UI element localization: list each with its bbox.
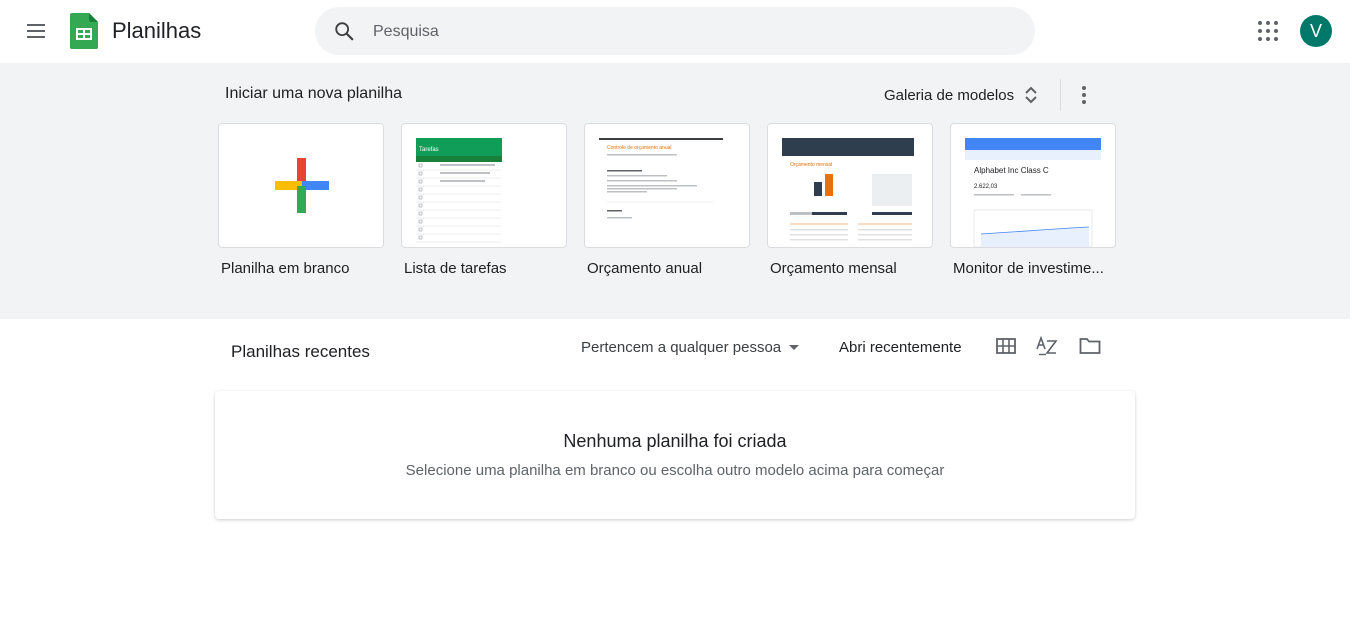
template-label: Orçamento anual	[587, 260, 703, 277]
template-annual-budget[interactable]: Controle de orçamento anual Orçamento an…	[584, 123, 750, 277]
apps-grid-icon[interactable]	[1257, 20, 1279, 42]
template-gallery-button[interactable]: Galeria de modelos	[884, 83, 1038, 107]
recent-toolbar: Planilhas recentes Pertencem a qualquer …	[0, 319, 1350, 379]
template-label: Lista de tarefas	[404, 260, 507, 277]
dropdown-arrow-icon	[789, 344, 800, 350]
svg-text:Alphabet Inc Class C: Alphabet Inc Class C	[974, 166, 1049, 175]
divider	[1060, 79, 1061, 111]
investment-thumbnail-image: Alphabet Inc Class C 2.622,03	[965, 138, 1101, 247]
template-thumbnail[interactable]: Controle de orçamento anual	[584, 123, 750, 248]
template-label: Monitor de investime...	[953, 260, 1104, 277]
empty-state-card: Nenhuma planilha foi criada Selecione um…	[215, 391, 1135, 519]
search-input[interactable]	[371, 7, 1015, 57]
recent-title: Planilhas recentes	[231, 342, 370, 361]
template-todo-list[interactable]: Tarefas Lista de tarefas	[401, 123, 567, 277]
account-avatar[interactable]: V	[1300, 15, 1332, 47]
owner-filter-dropdown[interactable]: Pertencem a qualquer pessoa	[581, 339, 800, 356]
template-thumbnail[interactable]: Tarefas	[401, 123, 567, 248]
template-label: Planilha em branco	[221, 260, 350, 277]
new-sheet-title: Iniciar uma nova planilha	[225, 85, 402, 102]
svg-text:Orçamento mensal: Orçamento mensal	[790, 162, 832, 168]
unfold-icon	[1025, 86, 1037, 104]
svg-text:Tarefas: Tarefas	[419, 147, 439, 153]
template-blank[interactable]: Planilha em branco	[218, 123, 384, 277]
monthly-budget-thumbnail-image: Orçamento mensal	[782, 138, 914, 241]
svg-text:Controle de orçamento anual: Controle de orçamento anual	[607, 145, 672, 151]
template-investment-monitor[interactable]: Alphabet Inc Class C 2.622,03 Monitor de…	[950, 123, 1116, 277]
sheets-logo-icon[interactable]	[70, 13, 98, 49]
search-bar[interactable]	[315, 7, 1035, 57]
empty-state-subtitle: Selecione uma planilha em branco ou esco…	[405, 462, 945, 479]
app-title[interactable]: Planilhas	[112, 18, 201, 44]
grid-view-icon[interactable]	[996, 338, 1016, 354]
gallery-label: Galeria de modelos	[884, 86, 1015, 104]
svg-text:2.622,03: 2.622,03	[974, 184, 998, 190]
template-thumbnail[interactable]: Alphabet Inc Class C 2.622,03	[950, 123, 1116, 248]
todo-thumbnail-image: Tarefas	[416, 138, 502, 243]
sort-az-icon[interactable]	[1036, 336, 1058, 356]
sort-button[interactable]: Abri recentemente	[839, 339, 962, 356]
search-icon[interactable]	[333, 20, 355, 42]
template-gallery-section: Iniciar uma nova planilha Galeria de mod…	[0, 63, 1350, 319]
folder-icon[interactable]	[1079, 337, 1101, 355]
top-header: Planilhas V	[0, 0, 1365, 63]
owner-filter-label: Pertencem a qualquer pessoa	[581, 339, 782, 356]
more-vert-icon[interactable]	[1074, 83, 1094, 107]
template-thumbnail[interactable]	[218, 123, 384, 248]
template-thumbnail[interactable]: Orçamento mensal	[767, 123, 933, 248]
template-label: Orçamento mensal	[770, 260, 897, 277]
template-monthly-budget[interactable]: Orçamento mensal Orçamento mensal	[767, 123, 933, 277]
empty-state-title: Nenhuma planilha foi criada	[563, 431, 787, 451]
plus-icon	[275, 158, 329, 213]
menu-icon[interactable]	[22, 17, 50, 45]
annual-budget-thumbnail-image: Controle de orçamento anual	[599, 138, 723, 219]
